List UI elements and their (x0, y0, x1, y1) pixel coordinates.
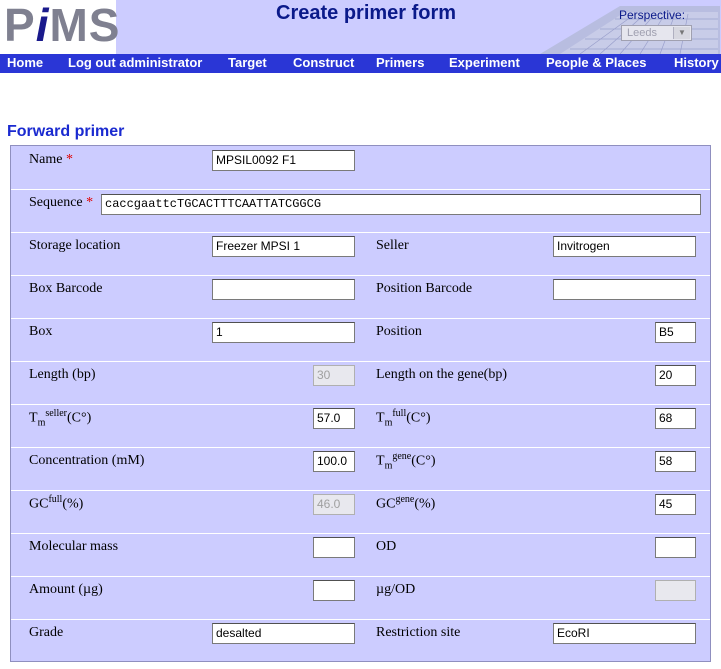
position-barcode-label: Position Barcode (376, 281, 473, 296)
form-row-storage: Storage location Freezer MPSI 1 Seller I… (11, 232, 710, 276)
nav-people-places[interactable]: People & Places (546, 55, 646, 70)
form-row-barcodes: Box Barcode Position Barcode (11, 275, 710, 319)
length-gene-input[interactable]: 20 (655, 365, 696, 386)
amount-label: Amount (µg) (29, 582, 103, 597)
nav-home[interactable]: Home (7, 55, 43, 70)
main-nav: Home Log out administrator Target Constr… (0, 54, 721, 73)
sequence-label: Sequence * (29, 195, 94, 210)
form-row-length: Length (bp) 30 Length on the gene(bp) 20 (11, 361, 710, 405)
od-input[interactable] (655, 537, 696, 558)
form-row-sequence: Sequence * caccgaattcTGCACTTTCAATTATCGGC… (11, 189, 710, 233)
length-gene-label: Length on the gene(bp) (376, 367, 508, 382)
section-title: Forward primer (7, 123, 125, 140)
tm-seller-label: Tmseller(C°) (29, 408, 92, 429)
form-row-amount: Amount (µg) µg/OD (11, 576, 710, 620)
form-row-box: Box 1 Position B5 (11, 318, 710, 362)
storage-location-input[interactable]: Freezer MPSI 1 (212, 236, 355, 257)
nav-logout[interactable]: Log out administrator (68, 55, 202, 70)
name-label: Name * (29, 152, 73, 167)
nav-history[interactable]: History (674, 55, 719, 70)
ug-od-label: µg/OD (376, 582, 416, 597)
molecular-mass-label: Molecular mass (29, 539, 119, 554)
required-marker: * (65, 152, 73, 167)
perspective-label: Perspective: (619, 8, 686, 22)
nav-primers[interactable]: Primers (376, 55, 424, 70)
form-row-grade: Grade desalted Restriction site EcoRI (11, 619, 710, 662)
primer-form: Name * MPSIL0092 F1 Sequence * caccgaatt… (10, 145, 711, 662)
tm-full-input[interactable]: 68 (655, 408, 696, 429)
form-row-name: Name * MPSIL0092 F1 (11, 146, 710, 190)
od-label: OD (376, 539, 397, 554)
chevron-down-icon[interactable]: ▼ (673, 27, 690, 39)
form-row-tm: Tmseller(C°) 57.0 Tmfull(C°) 68 (11, 404, 710, 448)
header-bar: PiMS Create primer form Perspective: Lee… (0, 0, 721, 54)
seller-input[interactable]: Invitrogen (553, 236, 696, 257)
position-barcode-input[interactable] (553, 279, 696, 300)
box-input[interactable]: 1 (212, 322, 355, 343)
form-row-gc: GCfull(%) 46.0 GCgene(%) 45 (11, 490, 710, 534)
sequence-input[interactable]: caccgaattcTGCACTTTCAATTATCGGCG (101, 194, 701, 215)
gc-gene-label: GCgene(%) (376, 494, 436, 512)
name-input[interactable]: MPSIL0092 F1 (212, 150, 355, 171)
position-input[interactable]: B5 (655, 322, 696, 343)
required-marker: * (86, 195, 94, 210)
length-label: Length (bp) (29, 367, 96, 382)
form-row-mass: Molecular mass OD (11, 533, 710, 577)
gc-gene-input[interactable]: 45 (655, 494, 696, 515)
logo-text: PiMS (4, 0, 121, 51)
concentration-label: Concentration (mM) (29, 453, 145, 468)
perspective-select[interactable]: Leeds ▼ (621, 25, 692, 41)
storage-location-label: Storage location (29, 238, 121, 253)
tm-gene-input[interactable]: 58 (655, 451, 696, 472)
length-input[interactable]: 30 (313, 365, 355, 386)
ug-od-input[interactable] (655, 580, 696, 601)
page-title: Create primer form (276, 2, 457, 24)
gc-full-label: GCfull(%) (29, 494, 84, 512)
concentration-input[interactable]: 100.0 (313, 451, 355, 472)
nav-construct[interactable]: Construct (293, 55, 354, 70)
restriction-site-label: Restriction site (376, 625, 461, 640)
perspective-value: Leeds (627, 27, 657, 39)
box-label: Box (29, 324, 53, 339)
box-barcode-input[interactable] (212, 279, 355, 300)
box-barcode-label: Box Barcode (29, 281, 103, 296)
pims-logo[interactable]: PiMS (0, 0, 119, 54)
seller-label: Seller (376, 238, 409, 253)
molecular-mass-input[interactable] (313, 537, 355, 558)
nav-target[interactable]: Target (228, 55, 267, 70)
tm-seller-input[interactable]: 57.0 (313, 408, 355, 429)
tm-full-label: Tmfull(C°) (376, 408, 431, 429)
nav-experiment[interactable]: Experiment (449, 55, 520, 70)
amount-input[interactable] (313, 580, 355, 601)
grade-label: Grade (29, 625, 64, 640)
restriction-site-input[interactable]: EcoRI (553, 623, 696, 644)
grade-input[interactable]: desalted (212, 623, 355, 644)
position-label: Position (376, 324, 422, 339)
tm-gene-label: Tmgene(C°) (376, 451, 436, 472)
gc-full-input[interactable]: 46.0 (313, 494, 355, 515)
form-row-concentration: Concentration (mM) 100.0 Tmgene(C°) 58 (11, 447, 710, 491)
